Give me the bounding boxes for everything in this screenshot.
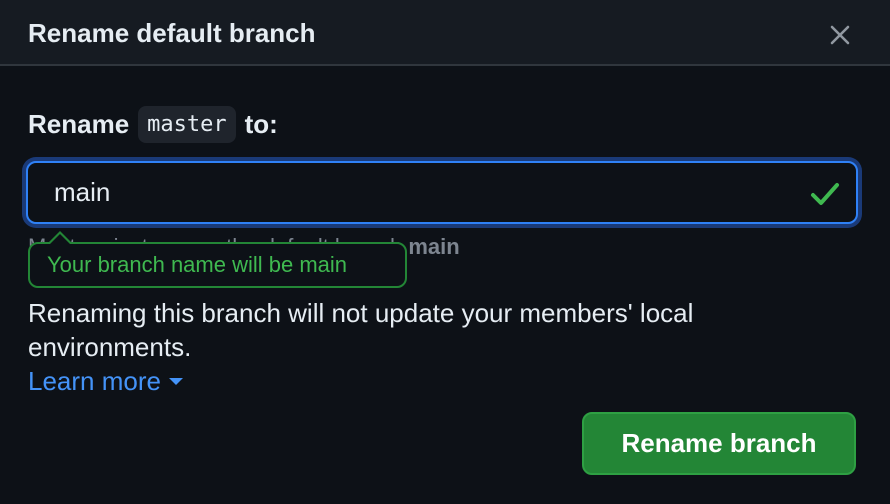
rename-label-suffix: to: xyxy=(244,108,278,139)
new-branch-name-input[interactable] xyxy=(28,163,798,222)
info-text: Renaming this branch will not update you… xyxy=(28,298,694,362)
branch-input-focus-ring xyxy=(22,157,862,228)
close-icon xyxy=(830,25,850,45)
current-branch-code: master xyxy=(138,105,236,143)
dialog-title: Rename default branch xyxy=(28,18,316,48)
learn-more-label: Learn more xyxy=(28,366,161,396)
validation-tooltip: Your branch name will be main xyxy=(28,242,407,288)
tooltip-arrow-fill xyxy=(50,234,70,244)
close-button[interactable] xyxy=(822,17,858,53)
rename-branch-button[interactable]: Rename branch xyxy=(582,412,856,475)
check-icon xyxy=(811,183,839,205)
dialog-header: Rename default branch xyxy=(0,0,890,66)
branch-input-container xyxy=(26,161,858,224)
rename-label: Rename master to: xyxy=(28,100,278,148)
rename-label-prefix: Rename xyxy=(28,108,130,139)
hint-branch: main xyxy=(408,234,460,259)
caret-down-icon xyxy=(168,377,183,385)
learn-more-link[interactable]: Learn more xyxy=(28,364,183,398)
rename-branch-dialog: Rename default branch Rename master to: … xyxy=(0,0,890,504)
